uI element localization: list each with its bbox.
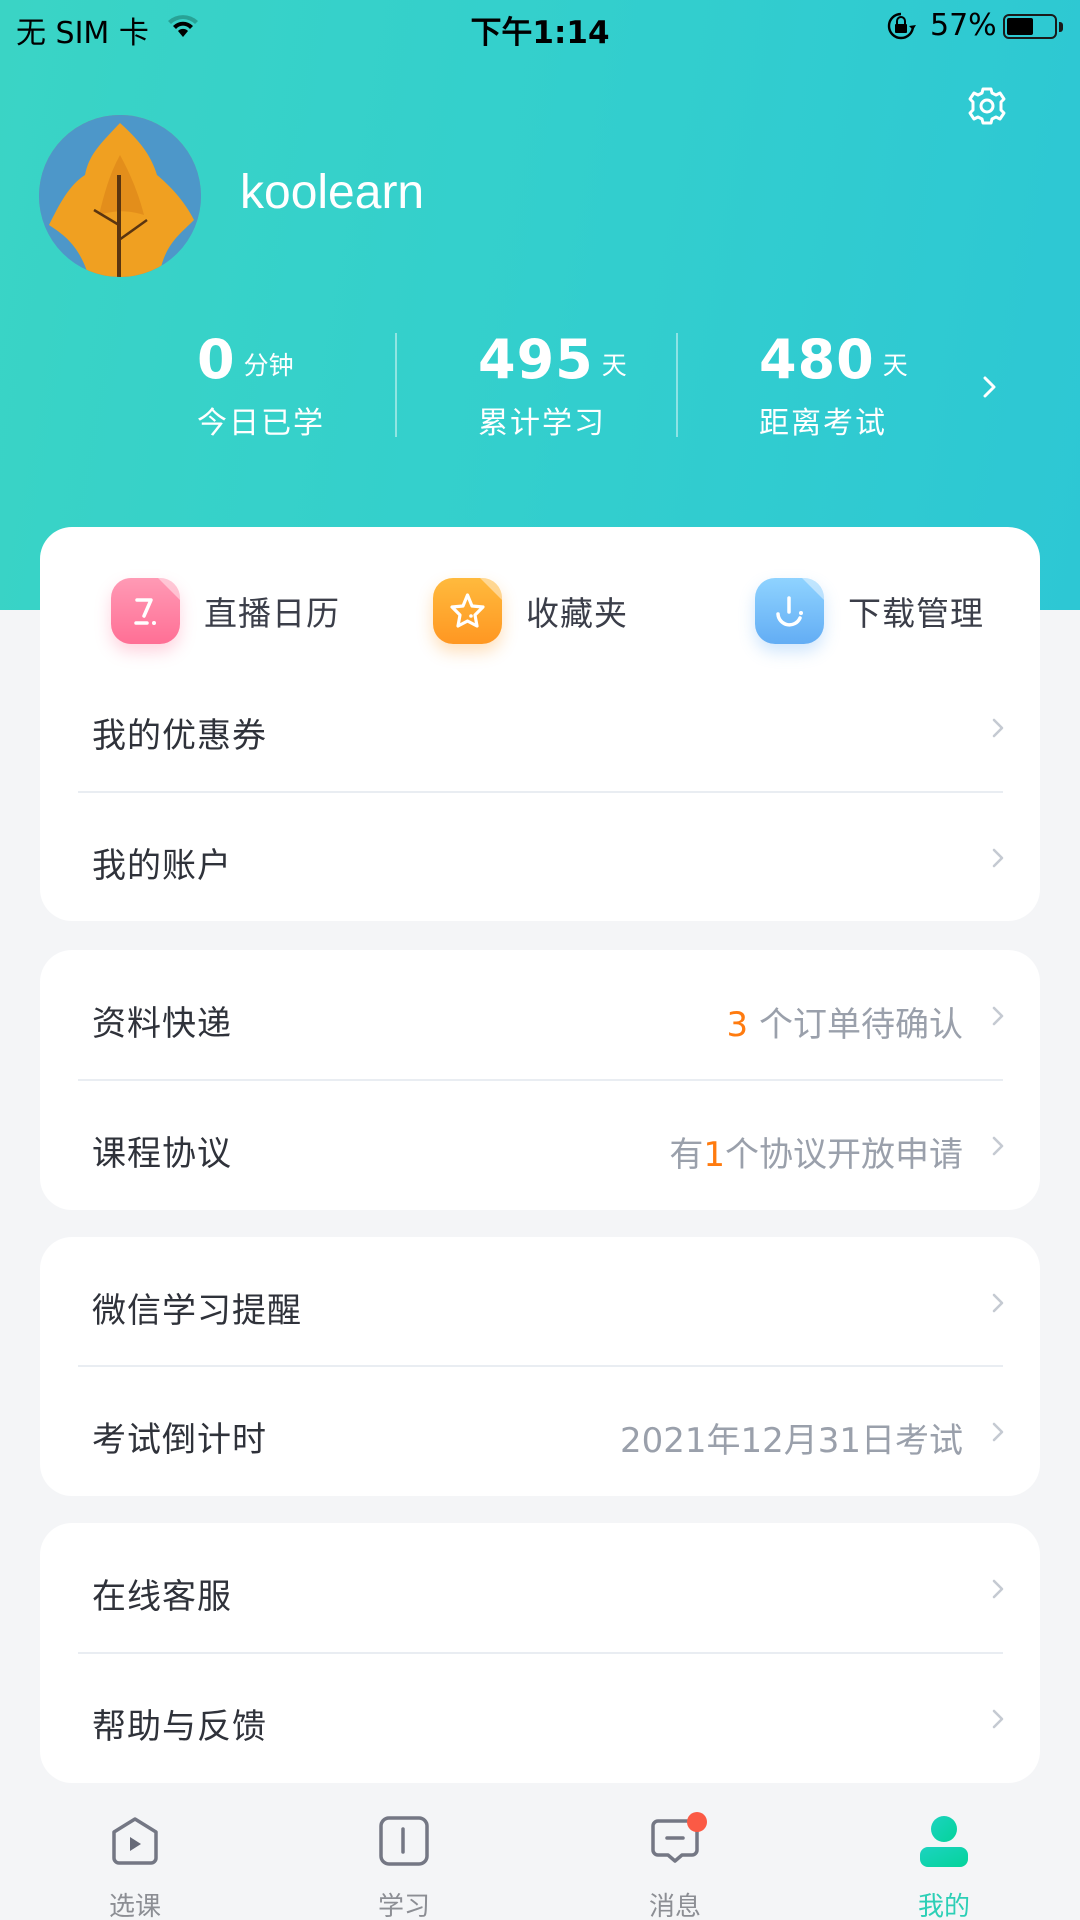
profile-icon (920, 1816, 968, 1867)
row-online-service[interactable]: 在线客服 (40, 1523, 1040, 1653)
course-play-icon (112, 1817, 158, 1865)
row-label: 考试倒计时 (92, 1420, 267, 1460)
stat-divider (395, 333, 397, 437)
tab-bar: 选课 学习 消息 我的 (0, 1790, 1080, 1920)
study-stats: 0 分钟 今日已学 495 天 累计学习 480 天 距离考试 (0, 330, 1080, 442)
row-course-agreement[interactable]: 课程协议 有1个协议开放申请 (40, 1080, 1040, 1210)
chevron-right-icon (992, 1579, 1004, 1599)
avatar[interactable] (39, 115, 201, 277)
exam-date: 2021年12月31日考试 (619, 1421, 963, 1461)
quick-action-downloads[interactable]: 下载管理 (755, 571, 984, 651)
row-label: 微信学习提醒 (92, 1291, 302, 1331)
quick-action-label: 收藏夹 (526, 594, 628, 633)
stat-total-days[interactable]: 495 天 累计学习 (478, 330, 627, 442)
clock-text: 下午1:14 (470, 15, 610, 51)
stat-label: 今日已学 (197, 406, 325, 441)
row-label: 帮助与反馈 (92, 1707, 267, 1747)
row-my-account[interactable]: 我的账户 (40, 792, 1040, 922)
tab-study[interactable]: 学习 (304, 1790, 504, 1920)
row-value: 3 个订单待确认 (727, 997, 963, 1046)
username: koolearn (240, 166, 425, 219)
tab-label: 选课 (108, 1892, 161, 1920)
row-value-prefix: 有 (669, 1135, 704, 1175)
chevron-right-icon (992, 1293, 1004, 1313)
tab-label: 消息 (648, 1892, 701, 1920)
row-value-text: 个协议开放申请 (725, 1135, 963, 1175)
star-icon (433, 578, 502, 644)
unread-badge (687, 1812, 707, 1832)
row-help-feedback[interactable]: 帮助与反馈 (40, 1653, 1040, 1783)
tab-label: 学习 (377, 1892, 430, 1920)
calendar-icon (111, 578, 180, 644)
card-support: 在线客服 帮助与反馈 (40, 1523, 1040, 1783)
quick-action-label: 直播日历 (204, 594, 340, 633)
avatar-tree-image (39, 115, 201, 277)
battery-icon (1003, 14, 1057, 39)
header-background (0, 0, 1080, 610)
row-material-delivery[interactable]: 资料快递 3 个订单待确认 (40, 950, 1040, 1080)
row-value-text: 个订单待确认 (748, 1005, 963, 1045)
tab-mine[interactable]: 我的 (844, 1790, 1044, 1920)
battery-percent: 57% (930, 8, 997, 43)
tab-courses[interactable]: 选课 (35, 1790, 235, 1920)
download-icon (755, 578, 824, 644)
chevron-right-icon[interactable] (978, 372, 1002, 402)
row-label: 我的账户 (92, 846, 232, 886)
study-book-icon (379, 1816, 429, 1866)
stat-divider (676, 333, 678, 437)
quick-action-favorites[interactable]: 收藏夹 (433, 571, 628, 651)
quick-action-label: 下载管理 (848, 594, 984, 633)
row-exam-countdown[interactable]: 考试倒计时 2021年12月31日考试 (40, 1366, 1040, 1496)
stat-unit: 天 (601, 351, 627, 380)
tab-messages[interactable]: 消息 (575, 1790, 775, 1920)
card-materials-agreements: 资料快递 3 个订单待确认 课程协议 有1个协议开放申请 (40, 950, 1040, 1210)
gear-icon[interactable] (966, 85, 1008, 127)
row-label: 课程协议 (92, 1134, 232, 1174)
chevron-right-icon (992, 1006, 1004, 1026)
chevron-right-icon (992, 1709, 1004, 1729)
stat-value: 495 (478, 328, 594, 391)
battery-level (1007, 18, 1034, 35)
chevron-right-icon (992, 1422, 1004, 1442)
row-value: 有1个协议开放申请 (669, 1127, 963, 1176)
row-label: 在线客服 (92, 1577, 232, 1617)
tab-label: 我的 (917, 1892, 970, 1920)
card-quick-and-account: 直播日历 收藏夹 下载管理 我的优惠券 我的账户 (40, 527, 1040, 921)
stat-label: 距离考试 (759, 406, 887, 441)
stat-unit: 分钟 (243, 351, 294, 380)
card-reminders: 微信学习提醒 考试倒计时 2021年12月31日考试 (40, 1237, 1040, 1496)
stat-today-minutes[interactable]: 0 分钟 今日已学 (197, 330, 325, 442)
status-bar: 无 SIM 卡 下午1:14 57% (0, 0, 1080, 54)
row-label: 资料快递 (92, 1004, 232, 1044)
row-my-coupons[interactable]: 我的优惠券 (40, 662, 1040, 792)
stat-label: 累计学习 (478, 406, 606, 441)
chevron-right-icon (992, 718, 1004, 738)
battery-cap (1059, 22, 1063, 32)
row-wechat-reminder[interactable]: 微信学习提醒 (40, 1237, 1040, 1367)
agreement-count: 1 (703, 1135, 725, 1175)
stat-value: 0 (197, 328, 236, 391)
stat-days-to-exam[interactable]: 480 天 距离考试 (759, 330, 908, 442)
stat-value: 480 (759, 328, 875, 391)
chevron-right-icon (992, 848, 1004, 868)
quick-action-live-calendar[interactable]: 直播日历 (111, 571, 340, 651)
pending-order-count: 3 (726, 1005, 749, 1045)
chevron-right-icon (992, 1136, 1004, 1156)
stat-unit: 天 (882, 351, 908, 380)
row-label: 我的优惠券 (92, 716, 267, 756)
orientation-lock-icon (887, 12, 916, 40)
